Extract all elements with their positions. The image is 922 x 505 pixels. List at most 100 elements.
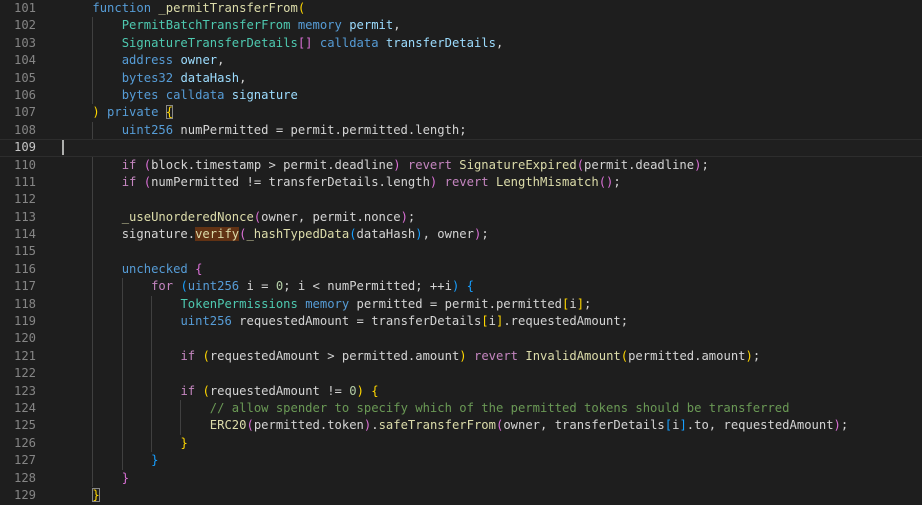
code-line[interactable]: 112 [0, 191, 922, 209]
code-editor[interactable]: 101 function _permitTransferFrom(102 Permi… [0, 0, 922, 505]
code-token: .to, requestedAmount [686, 418, 834, 433]
indent-guide [121, 347, 123, 366]
code-token: .requestedAmount; [503, 314, 629, 329]
code-token: uint256 [180, 314, 232, 329]
code-text[interactable]: uint256 requestedAmount = transferDetail… [180, 313, 628, 330]
code-text[interactable]: if (requestedAmount > permitted.amount) … [180, 348, 760, 365]
code-line[interactable]: 113 _useUnorderedNonce(owner, permit.nonc… [0, 208, 922, 227]
code-token: i [569, 296, 577, 311]
code-line[interactable]: 127} [0, 452, 922, 470]
code-line[interactable]: 103 SignatureTransferDetails[] calldata t… [0, 34, 922, 53]
code-line[interactable]: 102 PermitBatchTransferFrom memory permit… [0, 17, 922, 35]
code-line[interactable]: 104 address owner, [0, 52, 922, 70]
code-text[interactable]: ) private { [92, 104, 174, 121]
code-line[interactable]: 126} [0, 434, 922, 453]
code-line[interactable]: 129} [0, 487, 922, 504]
code-line[interactable]: 105 bytes32 dataHash, [0, 69, 922, 87]
code-text[interactable]: if (numPermitted != transferDetails.leng… [122, 174, 621, 191]
code-line[interactable]: 107) private { [0, 104, 922, 121]
code-line[interactable]: 120 [0, 330, 922, 348]
code-line[interactable]: 117 for (uint256 i = 0; i < numPermitted;… [0, 278, 922, 296]
line-number: 101 [13, 1, 36, 15]
code-text[interactable]: signature.verify(_hashTypedData(dataHash… [122, 226, 489, 243]
code-token: ) [459, 348, 467, 363]
indent-guide [92, 34, 94, 53]
code-text[interactable]: } [180, 435, 187, 452]
line-number: 116 [13, 261, 36, 276]
code-line[interactable]: 119 uint256 requestedAmount = transferDet… [0, 313, 922, 331]
code-token: PermitBatchTransferFrom [121, 18, 291, 33]
indent-guide [121, 365, 123, 383]
code-line[interactable]: 114 signature.verify(_hashTypedData(dataH… [0, 226, 922, 244]
code-token: unchecked [121, 261, 188, 276]
indent-guide [121, 278, 123, 296]
code-line[interactable]: 118 TokenPermissions memory permitted = p… [0, 295, 922, 314]
code-line[interactable]: 106 bytes calldata signature [0, 86, 922, 105]
code-text[interactable]: if (requestedAmount != 0) { [180, 383, 378, 400]
code-text[interactable]: for (uint256 i = 0; i < numPermitted; ++… [151, 278, 474, 295]
indent-guide [92, 260, 94, 279]
code-line[interactable]: 115 [0, 243, 922, 261]
code-line[interactable]: 121 if (requestedAmount > permitted.amoun… [0, 347, 922, 366]
code-token: ] [679, 418, 687, 433]
code-line[interactable]: 125 ERC20(permitted.token).safeTransferFr… [0, 417, 922, 435]
code-text[interactable]: bytes32 dataHash, [122, 70, 247, 87]
code-line[interactable]: 128} [0, 469, 922, 487]
code-token: if [121, 157, 137, 172]
code-text[interactable]: } [151, 452, 158, 469]
code-text[interactable]: function _permitTransferFrom( [92, 0, 305, 17]
code-text[interactable]: SignatureTransferDetails[] calldata tran… [122, 35, 504, 52]
code-token: calldata [165, 87, 225, 102]
line-number: 125 [13, 418, 36, 433]
code-token: ; [840, 418, 849, 433]
code-token: ( [143, 174, 152, 189]
code-token: [ [481, 314, 489, 329]
code-text[interactable]: TokenPermissions memory permitted = perm… [180, 296, 591, 313]
code-line[interactable]: 108 uint256 numPermitted = permit.permitt… [0, 121, 922, 140]
code-token: ) [393, 157, 401, 172]
code-token: dataHash [180, 70, 240, 85]
code-line[interactable]: 122 [0, 365, 922, 383]
code-token: ( [349, 227, 357, 242]
code-text[interactable]: ERC20(permitted.token).safeTransferFrom(… [210, 417, 848, 434]
code-line[interactable]: 110 if (block.timestamp > permit.deadline… [0, 156, 922, 174]
code-text[interactable]: unchecked { [122, 261, 203, 278]
code-token: owner, permit.nonce [261, 209, 401, 224]
indent-guide [121, 417, 123, 435]
line-number: 119 [13, 314, 36, 329]
code-token: ; [584, 296, 592, 311]
code-text[interactable]: _useUnorderedNonce(owner, permit.nonce); [122, 209, 416, 226]
code-line[interactable]: 123 if (requestedAmount != 0) { [0, 382, 922, 400]
indent-guide [92, 313, 94, 331]
indent-guide [151, 434, 153, 453]
code-text[interactable]: if (block.timestamp > permit.deadline) r… [122, 157, 709, 174]
code-token: TokenPermissions [180, 296, 298, 311]
code-text[interactable]: address owner, [122, 52, 225, 69]
code-token: _useUnorderedNonce [121, 209, 254, 224]
line-number: 120 [13, 331, 36, 346]
code-token: ( [246, 418, 254, 433]
code-token: block.timestamp > permit.deadline [151, 157, 394, 172]
indent-guide [92, 191, 94, 209]
line-number: 114 [13, 227, 36, 242]
code-text[interactable]: } [122, 470, 129, 487]
indent-guide [92, 382, 94, 400]
code-text[interactable]: } [92, 487, 100, 504]
indent-guide [151, 365, 153, 383]
code-token: ) [833, 418, 841, 433]
code-line[interactable]: 116 unchecked { [0, 260, 922, 279]
text-cursor [62, 140, 64, 156]
code-token: , [495, 35, 504, 50]
code-token: [] [297, 35, 313, 50]
code-text[interactable]: uint256 numPermitted = permit.permitted.… [122, 122, 467, 139]
code-token: permitted.amount [628, 348, 746, 363]
code-text[interactable]: // allow spender to specify which of the… [210, 400, 790, 417]
code-line[interactable]: 124 // allow spender to specify which of … [0, 399, 922, 418]
code-line[interactable]: 109 [0, 139, 922, 157]
code-text[interactable]: bytes calldata signature [122, 87, 298, 104]
code-line[interactable]: 101 function _permitTransferFrom( [0, 0, 922, 17]
code-line[interactable]: 111 if (numPermitted != transferDetails.l… [0, 173, 922, 192]
code-text[interactable]: PermitBatchTransferFrom memory permit, [122, 17, 401, 34]
indent-guide [151, 330, 153, 348]
